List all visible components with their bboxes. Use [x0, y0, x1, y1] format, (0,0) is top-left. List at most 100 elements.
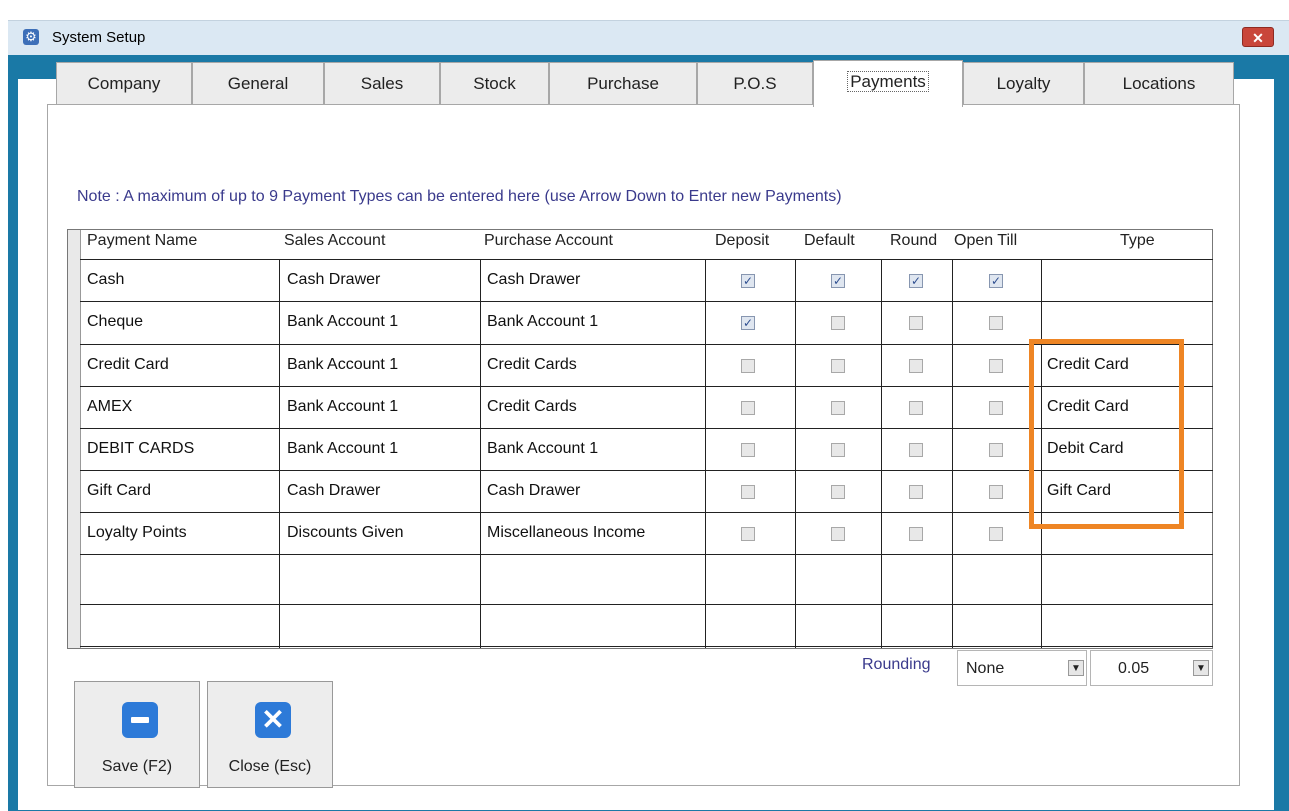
type-column-highlight	[1029, 339, 1184, 529]
cell-purchase[interactable]: Bank Account 1	[487, 440, 598, 458]
default-checkbox[interactable]	[831, 443, 845, 457]
column-header: Open Till	[954, 232, 1018, 249]
default-checkbox[interactable]	[831, 527, 845, 541]
cell-name[interactable]: Credit Card	[87, 356, 169, 374]
close-button-label: Close (Esc)	[228, 758, 312, 775]
open-till-checkbox[interactable]	[989, 401, 1003, 415]
tab-label: Sales	[360, 74, 404, 93]
default-checkbox[interactable]: ✓	[831, 274, 845, 288]
cell-purchase[interactable]: Bank Account 1	[487, 313, 598, 331]
system-setup-screen: ⚙ System Setup ✕ Company General Sales Stoc…	[0, 0, 1289, 811]
column-header: Round	[890, 232, 938, 249]
window-title: System Setup	[52, 29, 146, 46]
rounding-mode-value: None	[966, 660, 1005, 677]
chevron-down-icon[interactable]: ▼	[1068, 660, 1084, 676]
rounding-amount-value: 0.05	[1118, 660, 1150, 677]
table-row[interactable]	[80, 301, 1213, 344]
tab-loyalty[interactable]: Loyalty	[963, 62, 1084, 104]
tab-general[interactable]: General	[192, 62, 324, 104]
tab-label: Purchase	[587, 74, 659, 93]
tab-purchase[interactable]: Purchase	[549, 62, 697, 104]
column-header: Sales Account	[284, 232, 386, 249]
cell-name[interactable]: Gift Card	[87, 482, 151, 500]
tab-label: Payments	[847, 71, 929, 92]
deposit-checkbox[interactable]	[741, 527, 755, 541]
tab-p-o-s[interactable]: P.O.S	[697, 62, 813, 104]
cell-sales[interactable]: Bank Account 1	[287, 356, 398, 374]
deposit-checkbox[interactable]	[741, 401, 755, 415]
column-header: Type	[1120, 232, 1155, 249]
cell-purchase[interactable]: Credit Cards	[487, 356, 577, 374]
cell-name[interactable]: AMEX	[87, 398, 132, 416]
open-till-checkbox[interactable]	[989, 527, 1003, 541]
cell-purchase[interactable]: Miscellaneous Income	[487, 524, 645, 542]
deposit-checkbox[interactable]: ✓	[741, 316, 755, 330]
default-checkbox[interactable]	[831, 401, 845, 415]
rounding-mode-select[interactable]: None ▼	[957, 650, 1087, 686]
gear-icon: ⚙	[23, 29, 39, 45]
close-button[interactable]: ✕ Close (Esc)	[207, 681, 333, 788]
deposit-checkbox[interactable]: ✓	[741, 274, 755, 288]
tab-label: Company	[87, 74, 161, 93]
open-till-checkbox[interactable]: ✓	[989, 274, 1003, 288]
default-checkbox[interactable]	[831, 359, 845, 373]
round-checkbox[interactable]	[909, 316, 923, 330]
column-header: Deposit	[715, 232, 770, 249]
title-bar: ⚙ System Setup ✕	[8, 20, 1289, 55]
payment-types-note: Note : A maximum of up to 9 Payment Type…	[77, 188, 842, 205]
row-divider	[80, 604, 1213, 605]
close-icon: ✕	[255, 702, 291, 738]
round-checkbox[interactable]	[909, 527, 923, 541]
deposit-checkbox[interactable]	[741, 359, 755, 373]
save-button-label: Save (F2)	[101, 758, 173, 775]
table-row[interactable]	[80, 259, 1213, 301]
cell-name[interactable]: DEBIT CARDS	[87, 440, 194, 458]
row-divider	[80, 554, 1213, 555]
round-checkbox[interactable]	[909, 401, 923, 415]
cell-sales[interactable]: Bank Account 1	[287, 440, 398, 458]
round-checkbox[interactable]	[909, 443, 923, 457]
tab-label: Stock	[473, 74, 516, 93]
row-divider	[80, 646, 1213, 647]
cell-purchase[interactable]: Cash Drawer	[487, 271, 580, 289]
close-window-button[interactable]: ✕	[1242, 27, 1274, 47]
chevron-down-icon[interactable]: ▼	[1193, 660, 1209, 676]
tab-locations[interactable]: Locations	[1084, 62, 1234, 104]
cell-purchase[interactable]: Cash Drawer	[487, 482, 580, 500]
cell-name[interactable]: Loyalty Points	[87, 524, 187, 542]
deposit-checkbox[interactable]	[741, 485, 755, 499]
save-button[interactable]: Save (F2)	[74, 681, 200, 788]
column-header: Payment Name	[87, 232, 198, 249]
tab-payments[interactable]: Payments	[813, 60, 963, 107]
column-header: Default	[804, 232, 855, 249]
card-icon	[122, 702, 158, 738]
cell-sales[interactable]: Cash Drawer	[287, 482, 380, 500]
tab-stock[interactable]: Stock	[440, 62, 549, 104]
round-checkbox[interactable]	[909, 485, 923, 499]
cell-sales[interactable]: Cash Drawer	[287, 271, 380, 289]
cell-name[interactable]: Cash	[87, 271, 124, 289]
rounding-amount-select[interactable]: 0.05 ▼	[1090, 650, 1213, 686]
rounding-label: Rounding	[862, 656, 931, 673]
open-till-checkbox[interactable]	[989, 485, 1003, 499]
column-header: Purchase Account	[484, 232, 613, 249]
deposit-checkbox[interactable]	[741, 443, 755, 457]
tab-label: General	[227, 74, 289, 93]
round-checkbox[interactable]	[909, 359, 923, 373]
open-till-checkbox[interactable]	[989, 443, 1003, 457]
open-till-checkbox[interactable]	[989, 359, 1003, 373]
cell-name[interactable]: Cheque	[87, 313, 143, 331]
default-checkbox[interactable]	[831, 485, 845, 499]
cell-sales[interactable]: Bank Account 1	[287, 313, 398, 331]
tab-sales[interactable]: Sales	[324, 62, 440, 104]
round-checkbox[interactable]: ✓	[909, 274, 923, 288]
cell-purchase[interactable]: Credit Cards	[487, 398, 577, 416]
cell-sales[interactable]: Bank Account 1	[287, 398, 398, 416]
tab-company[interactable]: Company	[56, 62, 192, 104]
open-till-checkbox[interactable]	[989, 316, 1003, 330]
tab-label: Loyalty	[996, 74, 1051, 93]
tab-label: P.O.S	[733, 74, 777, 93]
cell-sales[interactable]: Discounts Given	[287, 524, 404, 542]
default-checkbox[interactable]	[831, 316, 845, 330]
tab-label: Locations	[1122, 74, 1196, 93]
